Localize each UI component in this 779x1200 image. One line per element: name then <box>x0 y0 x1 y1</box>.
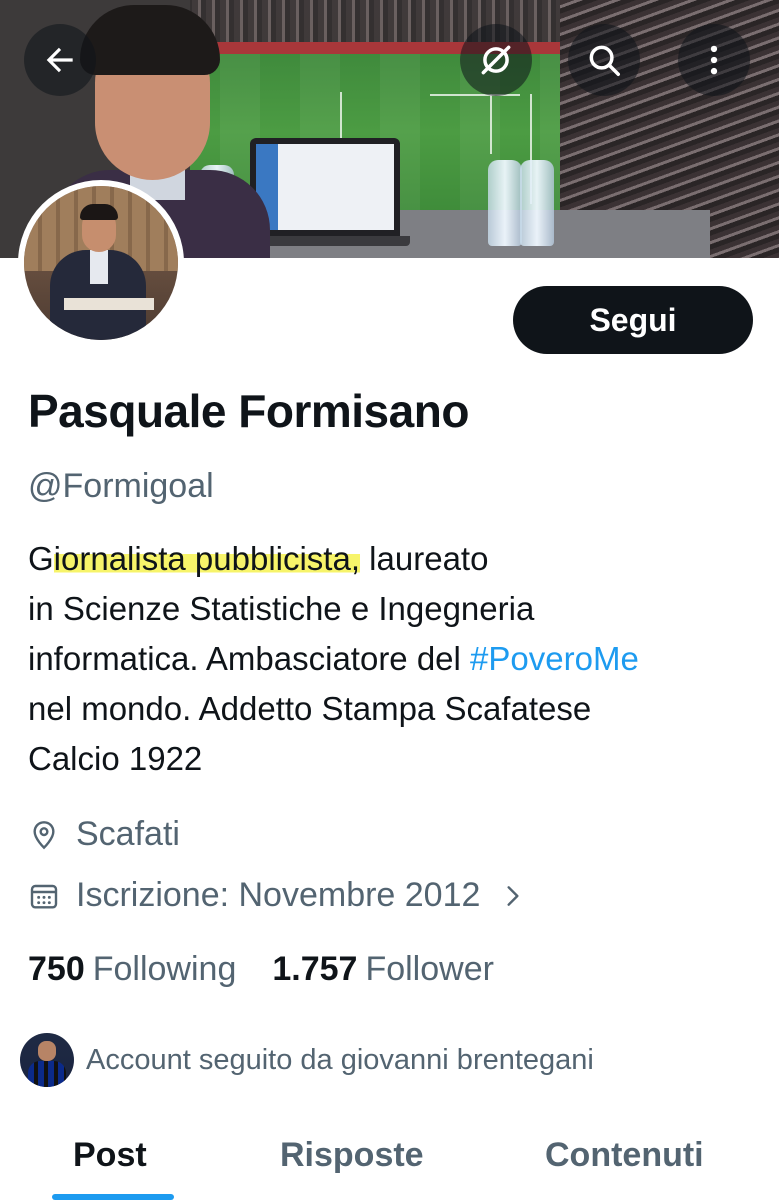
tab-post[interactable]: Post <box>73 1136 147 1175</box>
following-count: 750 <box>28 950 85 988</box>
chevron-right-icon <box>507 885 519 906</box>
more-button[interactable] <box>678 24 750 96</box>
followers-count: 1.757 <box>272 950 358 988</box>
more-vertical-icon <box>710 45 718 75</box>
calendar-icon <box>30 884 58 909</box>
followers-link[interactable]: 1.757 Follower <box>272 950 494 989</box>
followed-by[interactable]: Account seguito da giovanni brentegani <box>20 1033 594 1087</box>
bio-highlight: iornalista pubblicista, <box>53 540 361 577</box>
grok-button[interactable] <box>460 24 532 96</box>
banner-bottle <box>488 160 522 246</box>
tab-indicator <box>52 1194 174 1200</box>
profile-joined[interactable]: Iscrizione: Novembre 2012 <box>28 876 542 915</box>
bio-line: Giornalista pubblicista, laureato <box>28 540 489 577</box>
tab-contenuti[interactable]: Contenuti <box>545 1136 704 1175</box>
joined-text: Iscrizione: Novembre 2012 <box>76 876 481 914</box>
bio-line: informatica. Ambasciatore del #PoveroMe <box>28 640 639 677</box>
back-button[interactable] <box>24 24 96 96</box>
bio-line: Calcio 1922 <box>28 740 203 777</box>
hashtag-link[interactable]: #PoveroMe <box>470 640 639 677</box>
avatar[interactable] <box>18 180 184 346</box>
following-link[interactable]: 750 Following <box>28 950 236 989</box>
profile-name: Pasquale Formisano <box>28 385 469 437</box>
bio-line: nel mondo. Addetto Stampa Scafatese <box>28 690 592 727</box>
following-label: Following <box>92 950 237 988</box>
arrow-left-icon <box>46 47 73 73</box>
followed-by-text: Account seguito da giovanni brentegani <box>86 1043 594 1076</box>
grok-icon <box>481 45 511 75</box>
avatar-photo <box>24 186 178 340</box>
banner-adboard <box>190 42 610 54</box>
profile-location: Scafati <box>28 815 180 854</box>
bio-line: in Scienze Statistiche e Ingegneria <box>28 590 535 627</box>
location-text: Scafati <box>76 815 180 853</box>
follower-avatar <box>20 1033 74 1087</box>
tab-risposte[interactable]: Risposte <box>280 1136 424 1175</box>
profile-handle: @Formigoal <box>28 467 214 505</box>
profile-tabs: Post Risposte Contenuti <box>0 1120 779 1200</box>
profile-stats: 750 Following 1.757 Follower <box>28 950 494 989</box>
follow-button[interactable]: Segui <box>513 286 753 354</box>
banner-bottle <box>520 160 554 246</box>
search-icon <box>589 45 620 76</box>
location-pin-icon <box>33 820 55 849</box>
banner-laptop <box>250 138 400 238</box>
search-button[interactable] <box>568 24 640 96</box>
followers-label: Follower <box>365 950 494 988</box>
profile-bio: Giornalista pubblicista, laureato in Sci… <box>28 534 773 784</box>
